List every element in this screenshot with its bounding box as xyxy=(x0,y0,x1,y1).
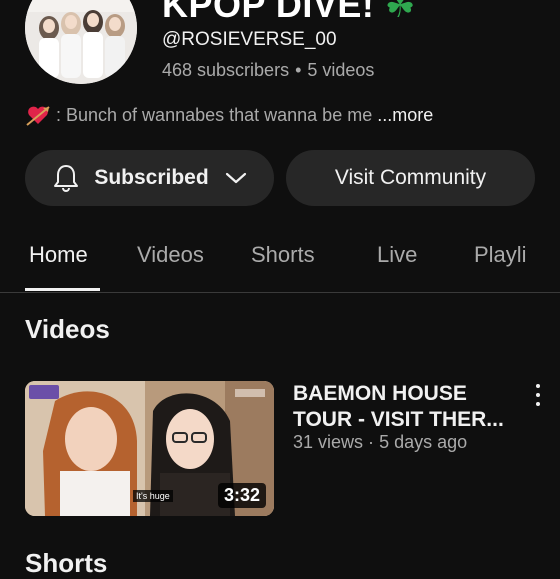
channel-title: KPOP DIVE! ☘ xyxy=(162,0,416,26)
channel-title-text: KPOP DIVE! xyxy=(162,0,375,25)
video-caption: It's huge xyxy=(133,490,173,502)
video-meta: 31 views · 5 days ago xyxy=(293,432,467,453)
tab-videos[interactable]: Videos xyxy=(137,242,204,268)
video-age: 5 days ago xyxy=(379,432,468,452)
channel-avatar[interactable] xyxy=(25,0,137,84)
channel-description[interactable]: : Bunch of wannabes that wanna be me ...… xyxy=(26,104,433,126)
tab-playlists[interactable]: Playli xyxy=(474,242,527,268)
channel-meta: 468 subscribers • 5 videos xyxy=(162,60,374,81)
video-duration-badge: 3:32 xyxy=(217,483,266,508)
clover-emoji: ☘ xyxy=(384,0,416,25)
videos-section-title: Videos xyxy=(25,314,110,344)
channel-tabs: Home Videos Shorts Live Playli xyxy=(0,236,560,293)
shorts-section-title: Shorts xyxy=(25,548,108,578)
visit-community-button[interactable]: Visit Community xyxy=(286,150,535,206)
tab-home[interactable]: Home xyxy=(29,242,88,268)
description-text: : Bunch of wannabes that wanna be me xyxy=(56,104,373,125)
video-views: 31 views xyxy=(293,432,364,452)
subscribed-label: Subscribed xyxy=(94,166,209,189)
subscriber-count: 468 subscribers xyxy=(162,60,290,80)
video-count: 5 videos xyxy=(307,60,375,80)
heart-arrow-icon xyxy=(26,104,50,126)
description-more-link[interactable]: ...more xyxy=(377,105,433,126)
subscribed-button[interactable]: Subscribed xyxy=(25,150,274,206)
tab-live[interactable]: Live xyxy=(377,242,417,268)
tab-shorts[interactable]: Shorts xyxy=(251,242,315,268)
video-thumbnail[interactable]: It's huge 3:32 xyxy=(25,381,274,516)
active-tab-indicator xyxy=(25,288,100,291)
video-meta-separator: · xyxy=(368,432,375,452)
chevron-down-icon xyxy=(225,171,247,185)
meta-separator: • xyxy=(295,60,302,80)
channel-handle: @ROSIEVERSE_00 xyxy=(162,29,337,50)
bell-icon xyxy=(52,163,80,193)
video-title[interactable]: BAEMON HOUSE TOUR - VISIT THER... xyxy=(293,381,518,433)
more-options-icon[interactable] xyxy=(530,384,546,406)
